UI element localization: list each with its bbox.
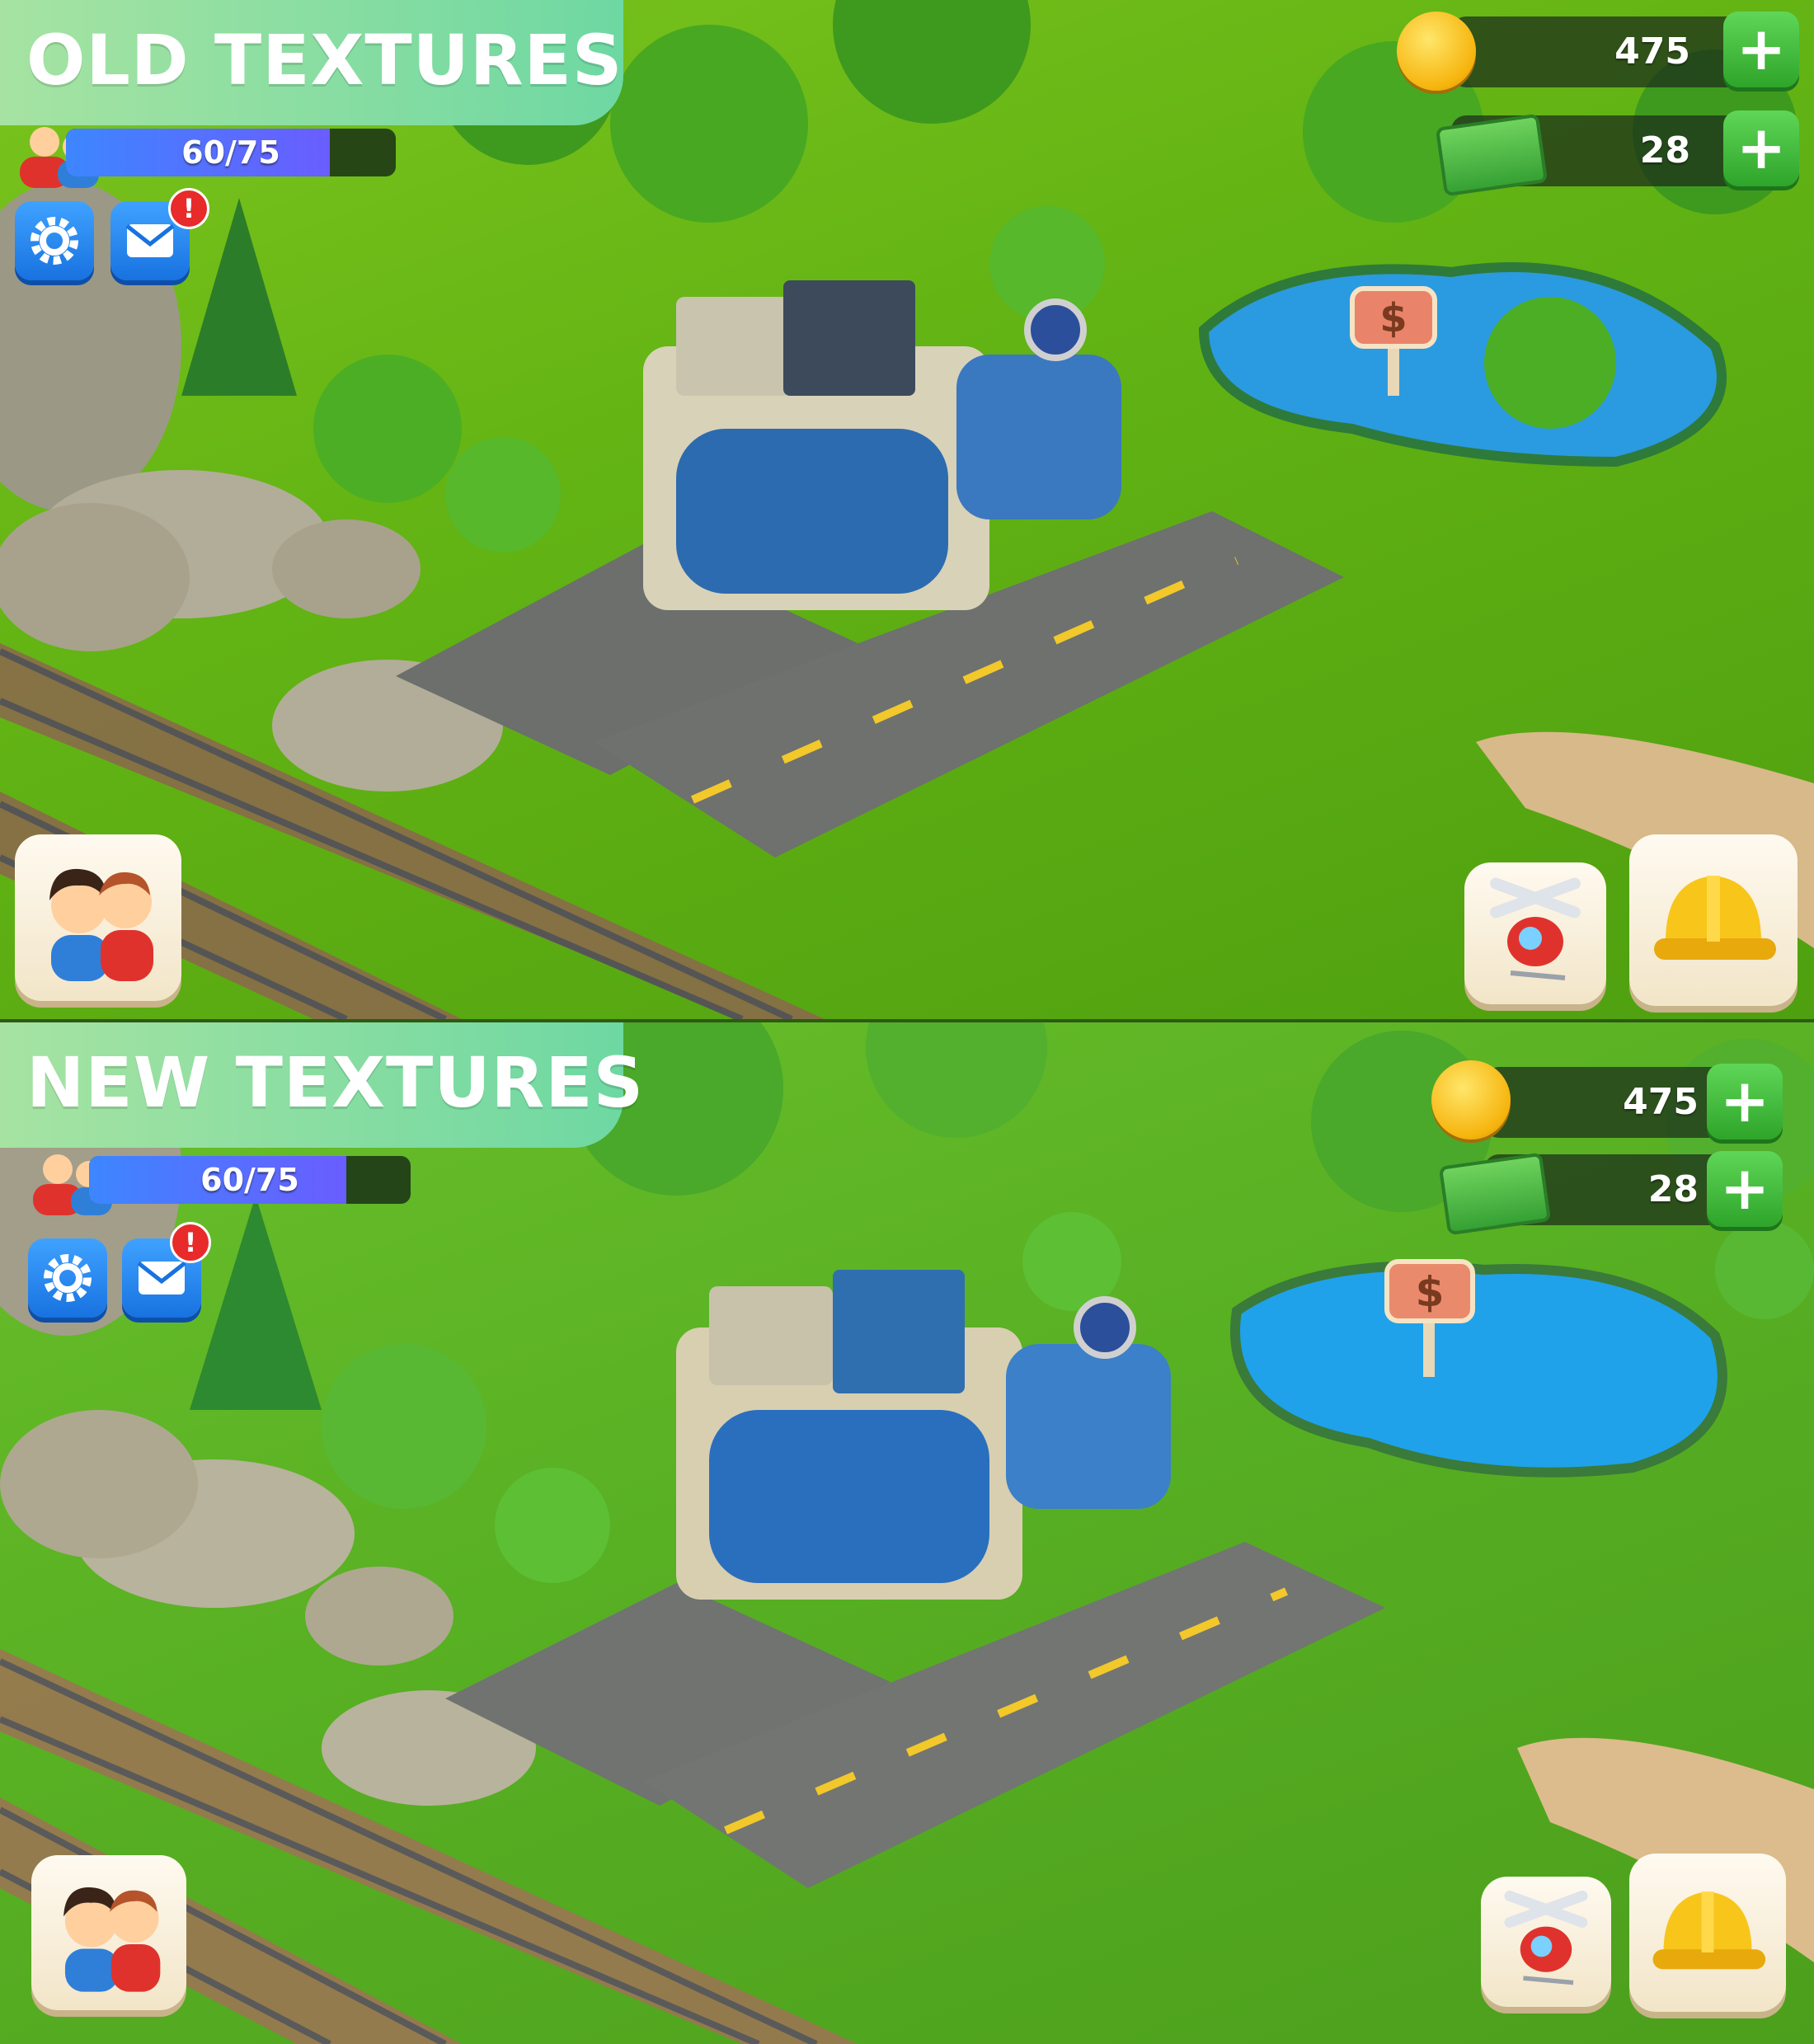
pond	[1198, 262, 1727, 468]
gear-icon	[44, 1254, 92, 1302]
cash-value: 28	[1647, 1168, 1699, 1210]
add-cash-button[interactable]: +	[1723, 110, 1799, 186]
friends-button[interactable]	[15, 834, 181, 1001]
add-cash-button[interactable]: +	[1707, 1151, 1783, 1227]
settings-button[interactable]	[15, 201, 94, 280]
helicopter-button[interactable]	[1464, 862, 1606, 1004]
new-textures-panel: $ NEW TEXTURES 60/75 ! 475 + 28 +	[0, 1022, 1814, 2044]
cash-icon	[1438, 1152, 1552, 1236]
xp-text: 60/75	[181, 134, 280, 171]
airport-building	[676, 1270, 1171, 1600]
xp-bar[interactable]: 60/75	[89, 1156, 411, 1204]
coins-value: 475	[1623, 1081, 1699, 1123]
xp-bar[interactable]: 60/75	[66, 129, 396, 176]
build-button[interactable]	[1629, 834, 1798, 1006]
coins-bar: 475	[1451, 16, 1748, 87]
gear-icon	[31, 217, 78, 265]
coin-icon	[1431, 1060, 1511, 1139]
friends-icon	[63, 1887, 161, 1992]
helicopter-button[interactable]	[1481, 1877, 1611, 2007]
hard-hat-icon	[1654, 876, 1776, 960]
title-tab: NEW TEXTURES	[0, 1022, 643, 1148]
add-coins-button[interactable]: +	[1707, 1064, 1783, 1139]
coin-icon	[1397, 12, 1476, 91]
friends-button[interactable]	[31, 1855, 186, 2010]
friends-icon	[49, 868, 153, 981]
cash-icon	[1435, 113, 1548, 197]
cash-value: 28	[1639, 129, 1690, 172]
coins-value: 475	[1614, 31, 1690, 73]
pond	[1230, 1261, 1727, 1478]
helicopter-icon	[1504, 1891, 1588, 1985]
money-sign-glyph: $	[1416, 1268, 1445, 1316]
money-sign-glyph: $	[1379, 295, 1407, 341]
xp-text: 60/75	[200, 1162, 299, 1198]
build-button[interactable]	[1629, 1854, 1786, 2012]
title-tab: OLD TEXTURES	[0, 0, 623, 125]
airport-building	[643, 280, 1121, 610]
panel-title: NEW TEXTURES	[26, 1042, 645, 1123]
mail-alert-badge: !	[168, 188, 209, 229]
mail-alert-badge: !	[170, 1222, 211, 1263]
hard-hat-icon	[1652, 1891, 1766, 1970]
old-textures-panel: $ OLD TEXTURES 60/75 ! 475 + 28 +	[0, 0, 1814, 1019]
helicopter-icon	[1490, 877, 1581, 980]
panel-title: OLD TEXTURES	[26, 20, 623, 101]
add-coins-button[interactable]: +	[1723, 12, 1799, 87]
settings-button[interactable]	[28, 1238, 107, 1318]
